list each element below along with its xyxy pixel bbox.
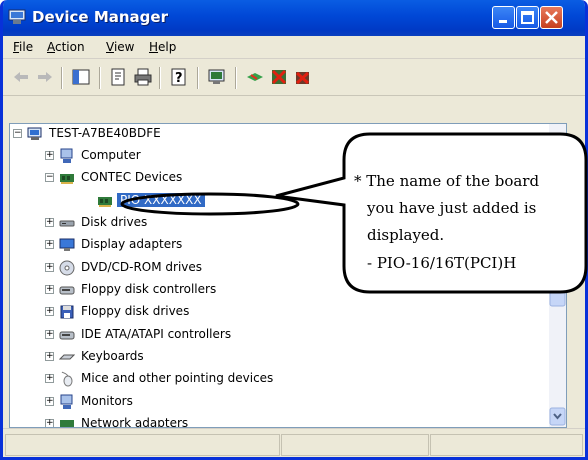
callout-line-2: you have just added is <box>366 199 536 217</box>
highlight-ellipse <box>120 192 300 216</box>
annotation-overlay: * The name of the board you have just ad… <box>120 132 588 294</box>
callout-line-4: - PIO-16/16T(PCI)H <box>367 254 516 272</box>
callout-line-3: displayed. <box>367 226 444 244</box>
callout-line-1: * The name of the board <box>354 172 539 190</box>
